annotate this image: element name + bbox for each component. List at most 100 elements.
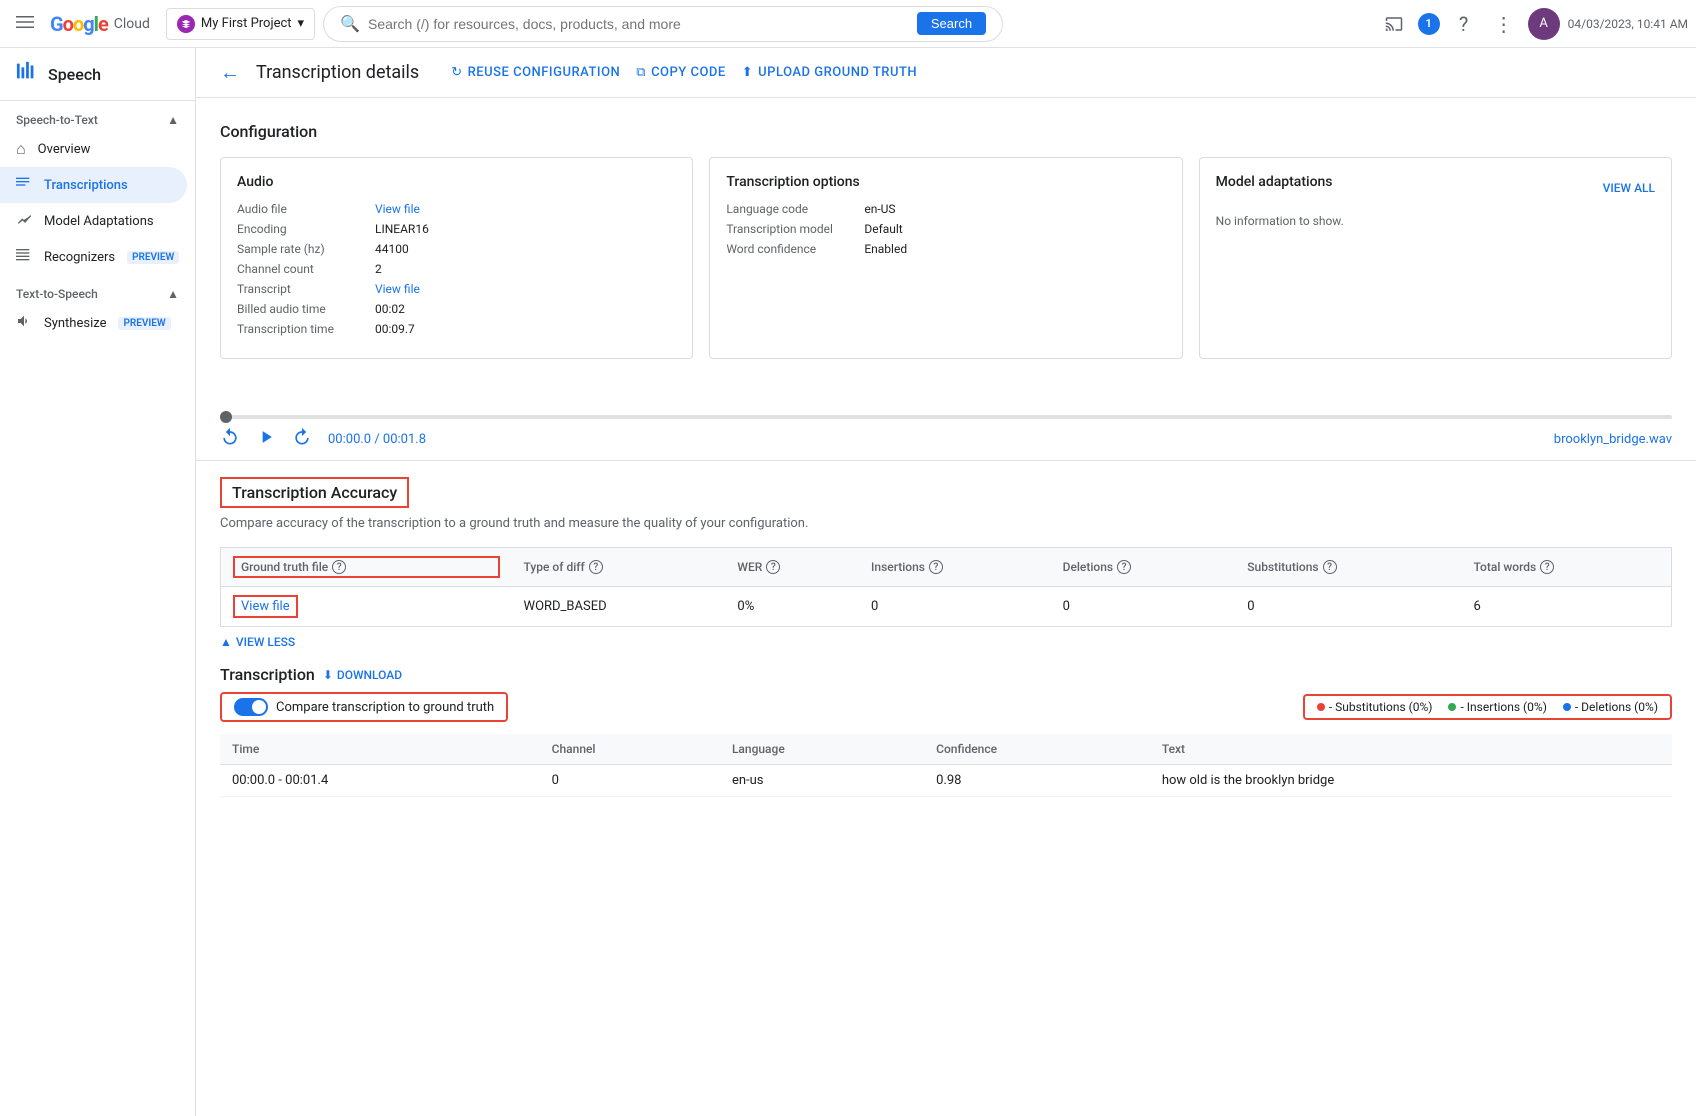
search-button[interactable]: Search: [917, 12, 986, 35]
replay-button[interactable]: [220, 427, 240, 452]
view-less-button[interactable]: ▲ VIEW LESS: [220, 635, 1672, 649]
legend-insertions: - Insertions (0%): [1448, 700, 1546, 714]
help-icon[interactable]: ?: [1540, 560, 1554, 574]
deletions-legend-label: - Deletions (0%): [1575, 700, 1658, 714]
sidebar-item-synthesize[interactable]: Synthesize PREVIEW: [0, 305, 187, 341]
text-cell: how old is the brooklyn bridge: [1150, 765, 1672, 797]
row-label: Language code: [726, 202, 856, 216]
sidebar-item-label: Overview: [38, 142, 91, 157]
upload-icon: ⬆: [742, 65, 753, 80]
ground-truth-cell: View file: [221, 587, 512, 627]
compare-label: Compare transcription to ground truth: [276, 700, 494, 715]
sidebar-item-model-adaptations[interactable]: Model Adaptations: [0, 203, 187, 239]
sidebar-item-label: Model Adaptations: [44, 214, 154, 229]
th-channel: Channel: [540, 734, 720, 765]
play-button[interactable]: [256, 427, 276, 452]
accuracy-title: Transcription Accuracy: [220, 477, 409, 508]
sidebar-item-transcriptions[interactable]: Transcriptions: [0, 167, 187, 203]
copy-code-button[interactable]: ⧉ COPY CODE: [636, 65, 725, 80]
configuration-title: Configuration: [220, 122, 1672, 141]
config-cards: Audio Audio file View file Encoding LINE…: [220, 157, 1672, 359]
back-button[interactable]: ←: [220, 60, 240, 85]
transcript-link[interactable]: View file: [375, 282, 420, 296]
config-row: Encoding LINEAR16: [237, 222, 676, 236]
project-chevron: ▾: [298, 16, 305, 31]
legend-deletions: - Deletions (0%): [1563, 700, 1658, 714]
project-selector[interactable]: My First Project ▾: [166, 8, 315, 40]
legend-box: - Substitutions (0%) - Insertions (0%) -…: [1303, 694, 1672, 720]
transcription-options-card: Transcription options Language code en-U…: [709, 157, 1182, 359]
help-icon[interactable]: ?: [929, 560, 943, 574]
user-avatar[interactable]: A: [1528, 8, 1560, 40]
row-label: Transcript: [237, 282, 367, 296]
config-row: Transcription model Default: [726, 222, 1165, 236]
model-icon: [16, 211, 32, 231]
help-icon[interactable]: ?: [1323, 560, 1337, 574]
upload-ground-truth-button[interactable]: ⬆ UPLOAD GROUND TRUTH: [742, 65, 917, 80]
sidebar-item-recognizers[interactable]: Recognizers PREVIEW: [0, 239, 187, 275]
synthesize-icon: [16, 313, 32, 333]
audio-controls: 00:00.0 / 00:01.8 brooklyn_bridge.wav: [220, 427, 1672, 452]
transcription-section: Transcription ⬇ DOWNLOAD Compare transcr…: [220, 665, 1672, 797]
audio-player: 00:00.0 / 00:01.8 brooklyn_bridge.wav: [196, 407, 1696, 461]
copy-icon: ⧉: [636, 65, 646, 80]
help-icon[interactable]: ?: [766, 560, 780, 574]
no-info-text: No information to show.: [1216, 214, 1344, 228]
help-icon[interactable]: ?: [1117, 560, 1131, 574]
confidence-cell: 0.98: [924, 765, 1150, 797]
th-substitutions: Substitutions ?: [1235, 548, 1461, 587]
view-all-button[interactable]: VIEW ALL: [1603, 181, 1655, 195]
config-row: Sample rate (hz) 44100: [237, 242, 676, 256]
datetime-display: 04/03/2023, 10:41 AM: [1568, 17, 1688, 31]
download-button[interactable]: ⬇ DOWNLOAD: [323, 668, 402, 682]
chevron-up-icon: ▲: [220, 635, 232, 649]
search-input[interactable]: [368, 16, 909, 32]
th-time: Time: [220, 734, 540, 765]
sidebar-app-header: Speech: [0, 48, 195, 101]
th-language: Language: [720, 734, 924, 765]
toggle-slider: [234, 698, 268, 716]
transcription-accuracy-section: Transcription Accuracy Compare accuracy …: [220, 477, 1672, 649]
audio-filename[interactable]: brooklyn_bridge.wav: [1554, 432, 1672, 447]
help-icon[interactable]: ?: [589, 560, 603, 574]
insertions-dot: [1448, 703, 1456, 711]
sidebar-item-overview[interactable]: ⌂ Overview: [0, 131, 187, 167]
audio-file-link[interactable]: View file: [375, 202, 420, 216]
row-label: Transcription model: [726, 222, 856, 236]
config-row: Language code en-US: [726, 202, 1165, 216]
forward-button[interactable]: [292, 427, 312, 452]
notification-badge[interactable]: 1: [1418, 13, 1440, 35]
legend-substitutions: - Substitutions (0%): [1317, 700, 1433, 714]
cloud-label: Cloud: [114, 16, 150, 32]
reuse-config-button[interactable]: ↻ REUSE CONFIGURATION: [451, 65, 620, 80]
table-row: 00:00.0 - 00:01.4 0 en-us 0.98 how old i…: [220, 765, 1672, 797]
recognizers-icon: [16, 247, 32, 267]
top-nav: Google Cloud My First Project ▾ 🔍 Search…: [0, 0, 1696, 48]
scrubber-knob[interactable]: [220, 411, 232, 423]
th-ground-truth: Ground truth file ?: [221, 548, 512, 587]
help-icon[interactable]: ?: [1448, 8, 1480, 40]
tts-section-header[interactable]: Text-to-Speech ▲: [0, 275, 195, 305]
sidebar: Speech Speech-to-Text ▲ ⌂ Overview Trans…: [0, 48, 196, 1116]
stt-section-header[interactable]: Speech-to-Text ▲: [0, 101, 195, 131]
th-deletions: Deletions ?: [1051, 548, 1236, 587]
more-options-icon[interactable]: ⋮: [1488, 8, 1520, 40]
cast-icon[interactable]: [1378, 8, 1410, 40]
home-icon: ⌂: [16, 139, 26, 159]
deletions-dot: [1563, 703, 1571, 711]
compare-row: Compare transcription to ground truth - …: [220, 692, 1672, 722]
audio-time: 00:00.0 / 00:01.8: [328, 432, 426, 447]
preview-badge: PREVIEW: [127, 251, 179, 264]
type-of-diff-cell: WORD_BASED: [512, 587, 726, 627]
audio-scrubber[interactable]: [220, 415, 1672, 419]
project-dot: [177, 15, 195, 33]
config-row: Channel count 2: [237, 262, 676, 276]
th-confidence: Confidence: [924, 734, 1150, 765]
help-icon[interactable]: ?: [332, 560, 346, 574]
nav-right-actions: 1 ? ⋮ A 04/03/2023, 10:41 AM: [1378, 8, 1688, 40]
th-wer: WER ?: [725, 548, 859, 587]
compare-toggle[interactable]: [234, 698, 268, 716]
ground-truth-view-file-link[interactable]: View file: [241, 599, 290, 614]
row-label: Channel count: [237, 262, 367, 276]
hamburger-button[interactable]: [8, 5, 42, 43]
